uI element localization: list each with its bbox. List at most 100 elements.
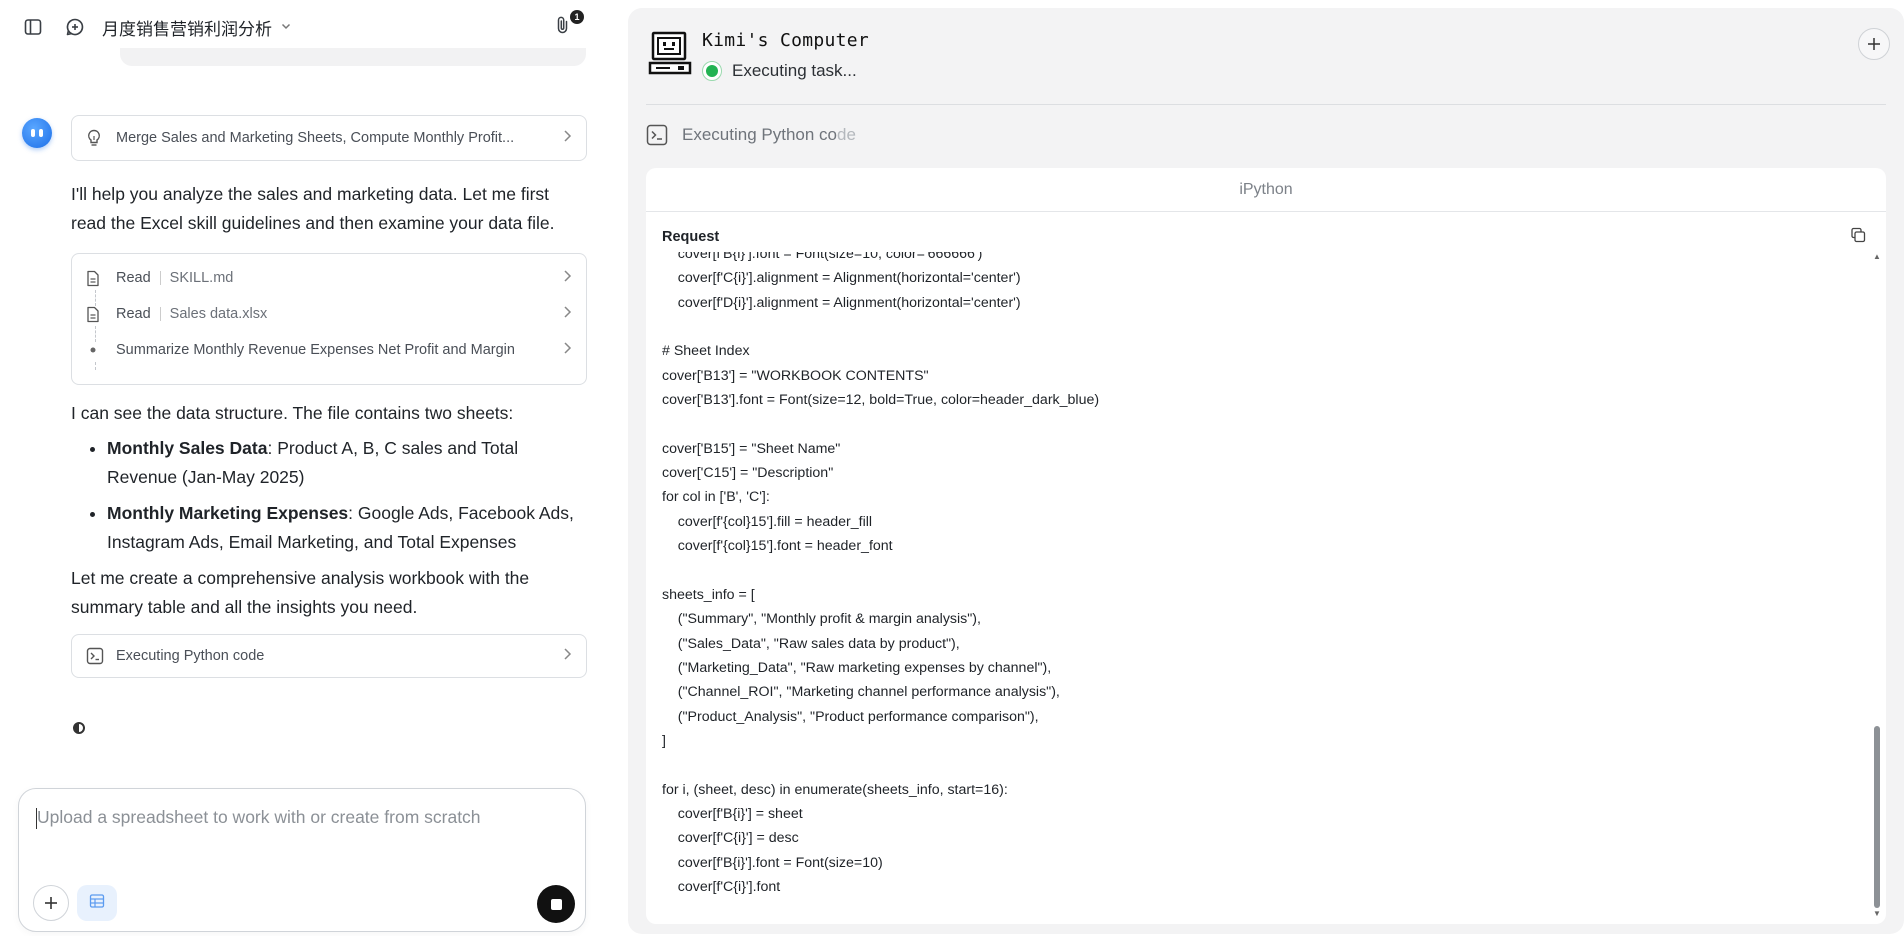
code-line: ] bbox=[662, 732, 666, 749]
code-line: sheets_info = [ bbox=[662, 586, 755, 603]
request-label: Request bbox=[662, 229, 720, 245]
code-line: cover['B15'] = "Sheet Name" bbox=[662, 440, 841, 457]
chevron-down-icon bbox=[280, 17, 292, 37]
copy-icon[interactable] bbox=[1850, 227, 1866, 248]
code-line: ("Marketing_Data", "Raw marketing expens… bbox=[662, 659, 1052, 676]
code-line: cover[f'D{i}'].alignment = Alignment(hor… bbox=[662, 294, 1021, 311]
code-line: ("Product_Analysis", "Product performanc… bbox=[662, 708, 1039, 725]
code-line: # Sheet Index bbox=[662, 343, 750, 360]
stop-generation-button[interactable] bbox=[537, 885, 575, 923]
step-detail: SKILL.md bbox=[169, 270, 234, 286]
bullet-dot-icon bbox=[86, 343, 106, 357]
code-line: cover[f'B{i}'].font = Font(size=10, colo… bbox=[662, 252, 983, 262]
step-summarize[interactable]: Summarize Monthly Revenue Expenses Net P… bbox=[86, 332, 572, 368]
step-action: Read bbox=[116, 270, 151, 286]
step-detail: Summarize Monthly Revenue Expenses Net P… bbox=[116, 342, 515, 358]
expand-plus-button[interactable] bbox=[1858, 28, 1890, 60]
code-block[interactable]: cover[f'B{i}'].font = Font(size=10, colo… bbox=[662, 252, 1842, 912]
closing-text: Let me create a comprehensive analysis w… bbox=[71, 568, 530, 617]
code-line: cover[f'B{i}'].font = Font(size=10) bbox=[662, 854, 883, 871]
code-line: cover[f'C{i}'] = desc bbox=[662, 830, 799, 847]
stop-icon bbox=[550, 898, 562, 910]
list-item: Monthly Sales Data: Product A, B, C sale… bbox=[107, 434, 587, 492]
previous-message-bubble bbox=[120, 48, 586, 66]
code-line: cover[f'C{i}'].font bbox=[662, 878, 781, 895]
scroll-up-icon[interactable]: ▲ bbox=[1873, 252, 1881, 261]
step-read-data[interactable]: Read Sales data.xlsx bbox=[86, 296, 572, 332]
terminal-icon bbox=[86, 647, 106, 665]
chevron-right-icon bbox=[562, 129, 572, 148]
file-icon bbox=[86, 270, 106, 287]
message-composer[interactable]: Upload a spreadsheet to work with or cre… bbox=[18, 788, 586, 932]
chat-title: 月度销售营销利润分析 bbox=[102, 19, 272, 39]
lightbulb-icon bbox=[86, 129, 106, 147]
list-item: Monthly Marketing Expenses: Google Ads, … bbox=[107, 499, 587, 557]
assistant-avatar bbox=[22, 118, 52, 148]
plan-card-label: Merge Sales and Marketing Sheets, Comput… bbox=[116, 130, 515, 146]
code-line: cover['C15'] = "Description" bbox=[662, 465, 834, 482]
composer-placeholder: Upload a spreadsheet to work with or cre… bbox=[37, 807, 481, 827]
terminal-icon bbox=[646, 124, 668, 146]
code-line: cover[f'{col}15'].fill = header_fill bbox=[662, 513, 873, 530]
ipython-panel: iPython Request cover[f'B{i}'].font = Fo… bbox=[646, 168, 1886, 924]
code-line: ("Summary", "Monthly profit & margin ana… bbox=[662, 611, 981, 628]
chevron-right-icon bbox=[562, 341, 572, 360]
code-line: cover['B13'].font = Font(size=12, bold=T… bbox=[662, 392, 1100, 409]
structure-text: I can see the data structure. The file c… bbox=[71, 403, 514, 423]
step-detail: Sales data.xlsx bbox=[169, 306, 268, 322]
step-read-skill[interactable]: Read SKILL.md bbox=[86, 260, 572, 296]
code-line: cover[f'{col}15'].font = header_font bbox=[662, 538, 893, 555]
code-line: ("Sales_Data", "Raw sales data by produc… bbox=[662, 635, 960, 652]
chat-pane: 月度销售营销利润分析 1 Merge Sales and Marketing S… bbox=[0, 0, 600, 936]
exec-card-label: Executing Python code bbox=[116, 648, 265, 664]
code-scrollbar[interactable]: ▲ ▼ bbox=[1872, 252, 1882, 918]
app-root: 月度销售营销利润分析 1 Merge Sales and Marketing S… bbox=[0, 0, 1904, 936]
header-divider bbox=[646, 104, 1886, 105]
attachment-button[interactable]: 1 bbox=[550, 10, 584, 40]
code-line: cover[f'B{i}'] = sheet bbox=[662, 805, 803, 822]
exec-status-text: Executing Python co bbox=[682, 125, 837, 144]
code-lines: cover[f'B{i}'].font = Font(size=10, colo… bbox=[662, 252, 1099, 899]
file-icon bbox=[86, 306, 106, 323]
sidebar-toggle-icon[interactable] bbox=[20, 14, 46, 40]
panel-title: iPython bbox=[646, 168, 1886, 212]
code-line: for col in ['B', 'C']: bbox=[662, 489, 770, 506]
spreadsheet-mode-button[interactable] bbox=[77, 885, 117, 921]
chevron-right-icon bbox=[562, 269, 572, 288]
table-icon bbox=[89, 893, 105, 914]
task-status: Executing task... bbox=[702, 61, 869, 81]
code-line: cover['B13'] = "WORKBOOK CONTENTS" bbox=[662, 367, 929, 384]
scroll-down-icon[interactable]: ▼ bbox=[1873, 909, 1881, 918]
step-action: Read bbox=[116, 306, 151, 322]
new-chat-icon[interactable] bbox=[62, 14, 88, 40]
status-text: Executing task... bbox=[732, 61, 857, 80]
computer-name: Kimi's Computer bbox=[702, 30, 870, 51]
plan-card[interactable]: Merge Sales and Marketing Sheets, Comput… bbox=[71, 115, 587, 161]
chat-topbar: 月度销售营销利润分析 1 bbox=[0, 0, 600, 54]
sheet-list: Monthly Sales Data: Product A, B, C sale… bbox=[107, 434, 587, 557]
exec-code-card[interactable]: Executing Python code bbox=[71, 634, 587, 678]
attachment-count-badge: 1 bbox=[570, 10, 584, 24]
status-dot-icon bbox=[702, 61, 722, 81]
computer-icon bbox=[648, 30, 692, 76]
exec-status-text-fade: de bbox=[836, 125, 856, 144]
intro-text: I'll help you analyze the sales and mark… bbox=[71, 184, 555, 233]
chat-title-dropdown[interactable]: 月度销售营销利润分析 bbox=[102, 15, 292, 40]
assistant-message: Merge Sales and Marketing Sheets, Comput… bbox=[71, 115, 587, 678]
scroll-thumb[interactable] bbox=[1874, 726, 1880, 908]
code-line: ("Channel_ROI", "Marketing channel perfo… bbox=[662, 684, 1060, 701]
add-attachment-button[interactable] bbox=[33, 885, 69, 921]
code-line: cover[f'C{i}'].alignment = Alignment(hor… bbox=[662, 270, 1021, 287]
loading-spinner-icon bbox=[73, 722, 85, 734]
chevron-right-icon bbox=[562, 305, 572, 324]
exec-status-line: Executing Python co de bbox=[646, 124, 856, 146]
computer-header: Kimi's Computer Executing task... bbox=[648, 30, 869, 81]
code-line: for i, (sheet, desc) in enumerate(sheets… bbox=[662, 781, 1008, 798]
tool-steps-card: Read SKILL.md Read Sales data.xlsx Summa… bbox=[71, 253, 587, 385]
chevron-right-icon bbox=[562, 647, 572, 666]
computer-pane: Kimi's Computer Executing task... Execut… bbox=[628, 8, 1904, 934]
